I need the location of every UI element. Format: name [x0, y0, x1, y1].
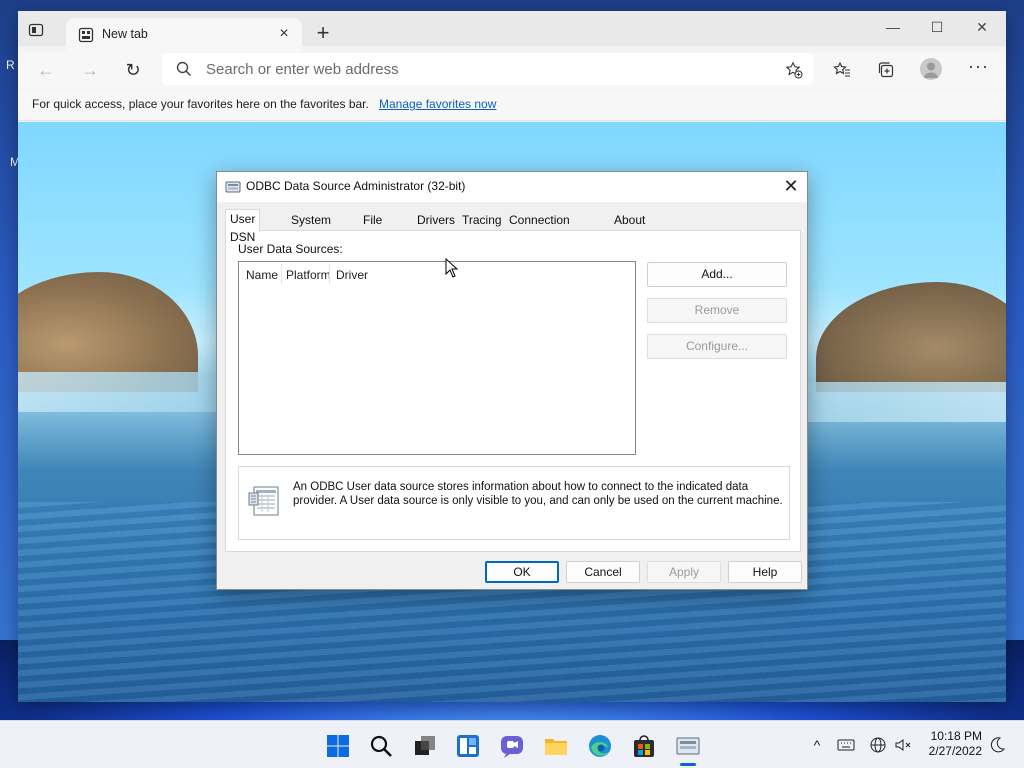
configure-button[interactable]: Configure... — [647, 334, 787, 359]
column-header-driver[interactable]: Driver — [336, 268, 368, 282]
focus-assist-moon-icon[interactable] — [988, 736, 1006, 754]
search-icon — [176, 61, 192, 77]
data-sources-list[interactable]: Name Platform Driver — [238, 261, 636, 455]
help-button[interactable]: Help — [728, 561, 802, 583]
store-icon[interactable] — [631, 733, 657, 759]
start-icon[interactable] — [325, 733, 351, 759]
tab-about[interactable]: About — [610, 211, 650, 231]
tab-title: New tab — [102, 27, 148, 41]
new-tab-icon[interactable]: + — [312, 22, 334, 45]
info-box: An ODBC User data source stores informat… — [238, 466, 790, 540]
chat-icon[interactable] — [499, 733, 525, 759]
back-icon[interactable]: ← — [36, 60, 56, 80]
manage-favorites-link[interactable]: Manage favorites now — [379, 97, 496, 111]
remove-button[interactable]: Remove — [647, 298, 787, 323]
active-app-indicator — [680, 763, 696, 766]
mouse-cursor-icon — [445, 257, 459, 278]
dialog-close-icon[interactable]: ✕ — [781, 176, 801, 196]
globe-icon[interactable] — [869, 736, 887, 754]
tab-actions-icon[interactable] — [28, 22, 44, 38]
system-clock[interactable]: 10:18 PM 2/27/2022 — [929, 729, 982, 759]
add-button[interactable]: Add... — [647, 262, 787, 287]
address-input[interactable] — [206, 58, 766, 80]
background-hill — [816, 282, 1006, 392]
tab-system-dsn[interactable]: System DSN — [287, 211, 336, 245]
tab-connection-pooling[interactable]: Connection Pooling — [505, 211, 574, 245]
taskbar: ^ 10:18 PM 2/27/2022 — [0, 720, 1024, 768]
browser-tab[interactable]: New tab × — [66, 18, 302, 52]
apply-button[interactable]: Apply — [647, 561, 721, 583]
collections-icon[interactable] — [877, 61, 895, 79]
tab-tracing[interactable]: Tracing — [458, 211, 506, 231]
browser-toolbar: ← → ↻ ··· — [18, 52, 1006, 88]
ok-button[interactable]: OK — [485, 561, 559, 583]
odbc-app-icon — [225, 179, 241, 195]
close-tab-icon[interactable]: × — [276, 26, 292, 42]
tab-user-dsn[interactable]: User DSN — [225, 209, 261, 244]
column-divider[interactable] — [329, 264, 330, 284]
favorites-icon[interactable] — [833, 61, 851, 79]
data-source-info-icon — [247, 483, 281, 519]
odbc-admin-dialog: ODBC Data Source Administrator (32-bit) … — [216, 171, 808, 590]
add-favorite-icon[interactable] — [785, 61, 803, 79]
chevron-up-icon[interactable]: ^ — [808, 736, 826, 754]
column-divider[interactable] — [281, 264, 282, 284]
favorites-bar: For quick access, place your favorites h… — [18, 89, 1006, 121]
odbc-admin-taskbar-icon[interactable] — [675, 733, 701, 759]
search-icon[interactable] — [368, 733, 394, 759]
edge-icon[interactable] — [587, 733, 613, 759]
profile-icon[interactable] — [920, 58, 942, 80]
file-explorer-icon[interactable] — [543, 733, 569, 759]
clock-date: 2/27/2022 — [928, 744, 982, 758]
clock-time: 10:18 PM — [930, 729, 982, 743]
minimize-icon[interactable]: — — [881, 17, 905, 37]
keyboard-icon[interactable] — [837, 736, 855, 754]
close-window-icon[interactable]: ✕ — [970, 17, 994, 37]
info-text: An ODBC User data source stores informat… — [293, 481, 783, 507]
favorites-bar-message: For quick access, place your favorites h… — [32, 97, 369, 111]
task-view-icon[interactable] — [412, 733, 438, 759]
column-header-platform[interactable]: Platform — [286, 268, 331, 282]
dialog-titlebar[interactable]: ODBC Data Source Administrator (32-bit) … — [217, 172, 807, 202]
dialog-title: ODBC Data Source Administrator (32-bit) — [246, 179, 466, 193]
tab-strip: New tab × + — ☐ ✕ — [18, 11, 1006, 52]
user-dsn-panel: User Data Sources: Name Platform Driver … — [225, 230, 801, 552]
desktop-icon-label: R — [6, 58, 15, 72]
forward-icon[interactable]: → — [80, 60, 100, 80]
tab-drivers[interactable]: Drivers — [413, 211, 459, 231]
new-tab-page-icon — [78, 27, 94, 43]
widgets-icon[interactable] — [455, 733, 481, 759]
more-icon[interactable]: ··· — [968, 57, 988, 78]
column-header-name[interactable]: Name — [246, 268, 278, 282]
address-bar[interactable] — [162, 53, 813, 85]
refresh-icon[interactable]: ↻ — [123, 60, 143, 80]
speaker-muted-icon[interactable] — [894, 736, 912, 754]
list-header: Name Platform Driver — [239, 262, 635, 286]
maximize-icon[interactable]: ☐ — [925, 17, 949, 37]
tab-file-dsn[interactable]: File DSN — [359, 211, 393, 245]
cancel-button[interactable]: Cancel — [566, 561, 640, 583]
